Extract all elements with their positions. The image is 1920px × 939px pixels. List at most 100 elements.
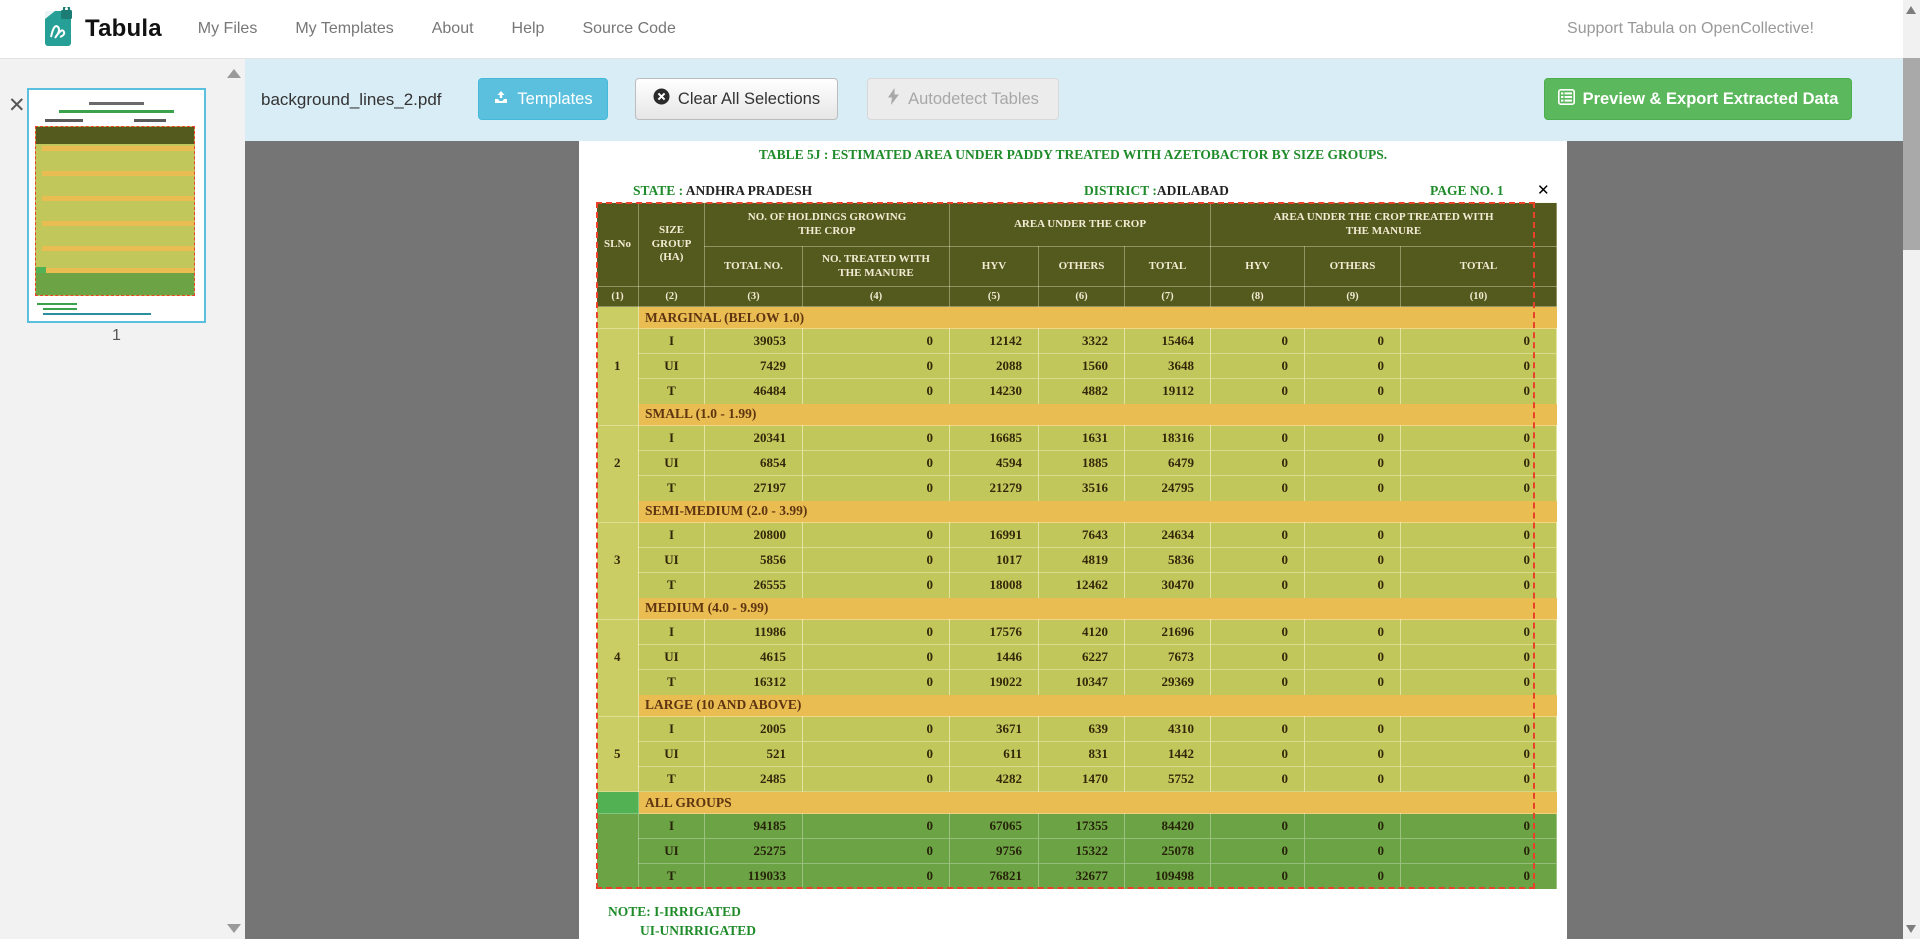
data-row: UI58560101748195836000 (597, 548, 1557, 573)
table-cell: 0 (1305, 451, 1401, 476)
page-thumbnail[interactable] (27, 88, 206, 323)
header-total2: TOTAL (1401, 247, 1557, 287)
table-cell: 0 (803, 814, 950, 839)
table-cell: 0 (1211, 864, 1305, 889)
col-number: (9) (1305, 287, 1401, 307)
data-row: 1I39053012142332215464000 (597, 329, 1557, 354)
table-cell: 0 (1401, 814, 1557, 839)
table-cell: 4594 (950, 451, 1039, 476)
table-cell: 25275 (705, 839, 803, 864)
table-cell: 0 (1305, 523, 1401, 548)
table-cell: T (639, 864, 705, 889)
nav-item-my-templates[interactable]: My Templates (295, 20, 393, 38)
col-number: (10) (1401, 287, 1557, 307)
table-cell: 0 (1401, 742, 1557, 767)
table-cell: I (639, 717, 705, 742)
selection-close-icon[interactable]: ✕ (1537, 181, 1550, 199)
table-cell: 1885 (1039, 451, 1125, 476)
nav-item-help[interactable]: Help (512, 20, 545, 38)
autodetect-tables-button[interactable]: Autodetect Tables (867, 78, 1059, 120)
header-others2: OTHERS (1305, 247, 1401, 287)
table-cell: 0 (1211, 379, 1305, 404)
table-cell: 639 (1039, 717, 1125, 742)
col-number: (7) (1125, 287, 1211, 307)
data-row: T11903307682132677109498000 (597, 864, 1557, 889)
table-cell: 76821 (950, 864, 1039, 889)
clear-button-label: Clear All Selections (678, 90, 820, 109)
scrollbar-up-icon[interactable] (1906, 6, 1916, 14)
table-cell: 10347 (1039, 670, 1125, 695)
table-cell (597, 598, 639, 620)
table-cell: 0 (1211, 523, 1305, 548)
table-cell (597, 792, 639, 814)
table-cell: 0 (1401, 329, 1557, 354)
table-cell: UI (639, 354, 705, 379)
table-cell: 27197 (705, 476, 803, 501)
table-cell: 0 (1211, 573, 1305, 598)
nav-item-source-code[interactable]: Source Code (582, 20, 675, 38)
table-cell: 19022 (950, 670, 1039, 695)
table-cell: 3671 (950, 717, 1039, 742)
main-scrollbar[interactable] (1903, 0, 1920, 939)
table-cell: 0 (1211, 742, 1305, 767)
scrollbar-down-icon[interactable] (1906, 925, 1916, 933)
thumb-note-line2 (43, 308, 77, 310)
table-cell: I (639, 426, 705, 451)
data-row: UI68540459418856479000 (597, 451, 1557, 476)
group-label: MEDIUM (4.0 - 9.99) (639, 598, 1557, 620)
brand[interactable]: Tabula (44, 7, 162, 52)
nav-item-my-files[interactable]: My Files (198, 20, 258, 38)
page-thumbnail-sidebar: ✕ 1 (0, 59, 245, 939)
pdf-page[interactable]: TABLE 5J : ESTIMATED AREA UNDER PADDY TR… (579, 141, 1567, 939)
table-cell: T (639, 379, 705, 404)
scrollbar-thumb[interactable] (1903, 58, 1920, 250)
nav-links: My Files My Templates About Help Source … (198, 20, 714, 38)
nav-item-about[interactable]: About (432, 20, 474, 38)
table-cell: 17576 (950, 620, 1039, 645)
table-cell: 0 (1305, 476, 1401, 501)
clear-all-selections-button[interactable]: Clear All Selections (635, 78, 838, 120)
group-label: SMALL (1.0 - 1.99) (639, 404, 1557, 426)
table-cell: 0 (1401, 717, 1557, 742)
table-cell: 0 (803, 451, 950, 476)
table-cell: 4310 (1125, 717, 1211, 742)
table-cell: 15322 (1039, 839, 1125, 864)
sidebar-scroll-down-icon[interactable] (227, 924, 241, 933)
table-cell: 0 (1211, 476, 1305, 501)
table-cell: 1442 (1125, 742, 1211, 767)
preview-export-button[interactable]: Preview & Export Extracted Data (1544, 78, 1852, 120)
thumb-district-line (134, 119, 166, 122)
table-cell: 0 (803, 645, 950, 670)
support-link[interactable]: Support Tabula on OpenCollective! (1567, 20, 1814, 38)
header-area-treated: AREA UNDER THE CROP TREATED WITH THE MAN… (1211, 203, 1557, 247)
table-cell: 3648 (1125, 354, 1211, 379)
table-cell: 0 (1401, 426, 1557, 451)
table-cell: 0 (1305, 670, 1401, 695)
lightning-bolt-icon (887, 88, 900, 110)
table-cell: 0 (803, 354, 950, 379)
table-cell: 18008 (950, 573, 1039, 598)
table-cell: 16685 (950, 426, 1039, 451)
templates-button[interactable]: Templates (478, 78, 608, 120)
sidebar-scroll-up-icon[interactable] (227, 69, 241, 78)
header-holdings: NO. OF HOLDINGS GROWING THE CROP (705, 203, 950, 247)
table-cell: 14230 (950, 379, 1039, 404)
data-row: 3I20800016991764324634000 (597, 523, 1557, 548)
header-total: TOTAL (1125, 247, 1211, 287)
pdf-viewer: TABLE 5J : ESTIMATED AREA UNDER PADDY TR… (245, 141, 1903, 939)
table-cell: 0 (1401, 864, 1557, 889)
table-cell: 0 (803, 767, 950, 792)
table-cell: 0 (1401, 523, 1557, 548)
remove-file-icon[interactable]: ✕ (8, 95, 26, 116)
table-cell: 32677 (1039, 864, 1125, 889)
data-row: I941850670651735584420000 (597, 814, 1557, 839)
table-cell (597, 695, 639, 717)
export-button-label: Preview & Export Extracted Data (1583, 90, 1839, 109)
table-cell: 0 (803, 548, 950, 573)
table-cell: 0 (1401, 839, 1557, 864)
thumb-note-line3 (43, 313, 151, 315)
data-table: SLNo SIZE GROUP (HA) NO. OF HOLDINGS GRO… (596, 202, 1557, 889)
table-cell: 0 (1401, 645, 1557, 670)
thumb-allgroups-band (36, 273, 194, 295)
table-cell: 6227 (1039, 645, 1125, 670)
